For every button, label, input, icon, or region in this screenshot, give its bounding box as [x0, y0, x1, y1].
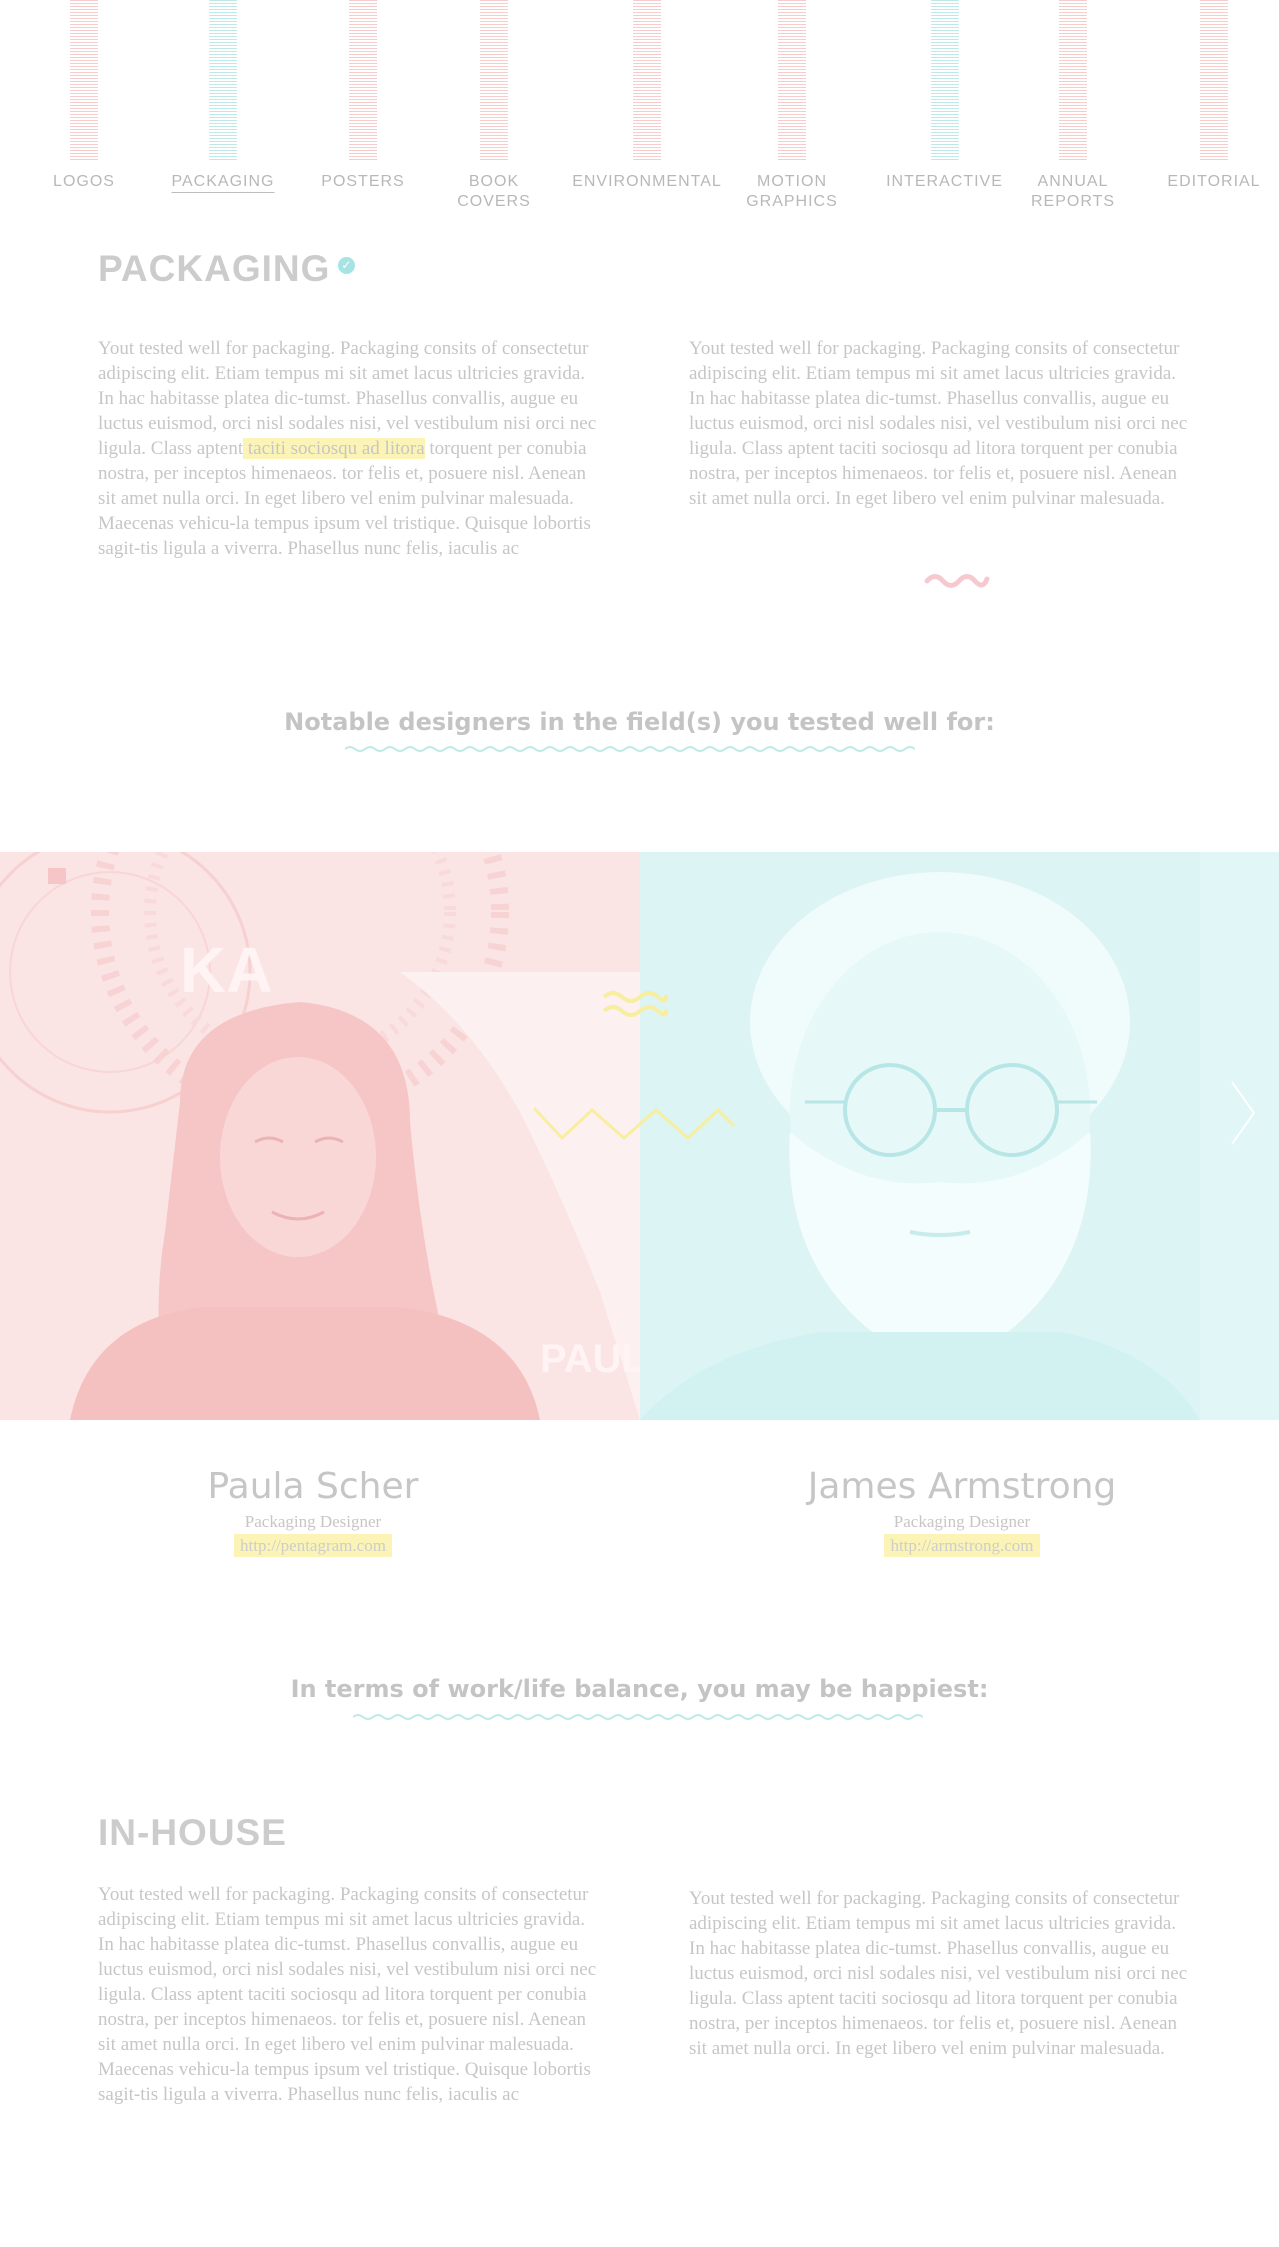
svg-text:KA: KA — [180, 934, 272, 1006]
check-circle-icon: ✓ — [338, 256, 356, 274]
designer-link-james-armstrong: http://armstrong.com — [712, 1534, 1212, 1557]
designer-role-james-armstrong: Packaging Designer — [893, 1512, 1031, 1531]
category-nav: LOGOS PACKAGING POSTERS BOOK COVERS ENVI… — [0, 0, 1279, 230]
nav-bar-environmental — [633, 0, 661, 160]
nav-label-motion-graphics: MOTION GRAPHICS — [746, 173, 838, 210]
inhouse-text-left: Yout tested well for packaging. Packagin… — [98, 1884, 597, 2105]
packaging-heading: PACKAGING ✓ — [98, 248, 356, 290]
designers-slider: KA PAUL — [0, 852, 1279, 1420]
balance-section-title: In terms of work/life balance, you may b… — [290, 1675, 989, 1703]
packaging-text-right: Yout tested well for packaging. Packagin… — [689, 338, 1188, 509]
designer-role-paula-scher: Packaging Designer — [244, 1512, 382, 1531]
nav-label-logos: LOGOS — [53, 173, 115, 190]
inhouse-text-right: Yout tested well for packaging. Packagin… — [689, 1888, 1188, 2059]
inhouse-heading: IN-HOUSE — [98, 1812, 287, 1853]
nav-bar-motion-graphics — [778, 0, 806, 160]
nav-bar-editorial — [1200, 0, 1228, 160]
nav-bar-packaging — [209, 0, 237, 160]
nav-label-editorial: EDITORIAL — [1167, 173, 1261, 190]
nav-item-motion-graphics[interactable]: MOTION GRAPHICS — [727, 0, 857, 212]
nav-item-logos[interactable]: LOGOS — [19, 0, 149, 192]
designers-section-title: Notable designers in the field(s) you te… — [284, 708, 995, 736]
nav-item-packaging[interactable]: PACKAGING — [158, 0, 288, 192]
designer-name-james-armstrong: James Armstrong — [807, 1466, 1117, 1507]
yellow-wave-icon — [602, 991, 669, 1017]
yellow-zigzag-icon — [532, 1106, 736, 1141]
balance-title-underline — [353, 1714, 923, 1720]
nav-label-posters: POSTERS — [321, 173, 405, 190]
nav-label-environmental: ENVIRONMENTAL — [572, 173, 722, 190]
packaging-text-highlight: taciti sociosqu ad litora — [243, 438, 425, 459]
designer-url-paula-scher[interactable]: http://pentagram.com — [234, 1534, 392, 1557]
nav-item-posters[interactable]: POSTERS — [298, 0, 428, 192]
nav-label-book-covers: BOOK COVERS — [457, 173, 531, 210]
svg-text:PAUL: PAUL — [540, 1337, 640, 1381]
designer-name-paula-scher: Paula Scher — [207, 1466, 419, 1507]
pink-squiggle-icon — [924, 574, 990, 588]
nav-item-environmental[interactable]: ENVIRONMENTAL — [563, 0, 731, 192]
nav-item-book-covers[interactable]: BOOK COVERS — [429, 0, 559, 212]
nav-bar-posters — [349, 0, 377, 160]
slider-next-arrow-icon[interactable] — [1228, 1080, 1258, 1146]
nav-item-annual-reports[interactable]: ANNUAL REPORTS — [1008, 0, 1138, 212]
nav-label-interactive: INTERACTIVE — [886, 173, 1003, 190]
nav-item-editorial[interactable]: EDITORIAL — [1149, 0, 1279, 192]
nav-bar-interactive — [930, 0, 959, 160]
nav-bar-logos — [70, 0, 98, 160]
nav-bar-annual-reports — [1059, 0, 1087, 160]
designer-url-james-armstrong[interactable]: http://armstrong.com — [884, 1534, 1040, 1557]
designer-link-paula-scher: http://pentagram.com — [63, 1534, 563, 1557]
packaging-text-left: Yout tested well for packaging. Packagin… — [98, 336, 598, 561]
nav-bar-book-covers — [480, 0, 508, 160]
nav-label-annual-reports: ANNUAL REPORTS — [1030, 173, 1116, 210]
nav-label-packaging: PACKAGING — [171, 173, 275, 190]
packaging-heading-text: PACKAGING — [98, 248, 331, 289]
designers-title-underline — [345, 746, 915, 752]
nav-item-interactive[interactable]: INTERACTIVE — [867, 0, 1022, 192]
